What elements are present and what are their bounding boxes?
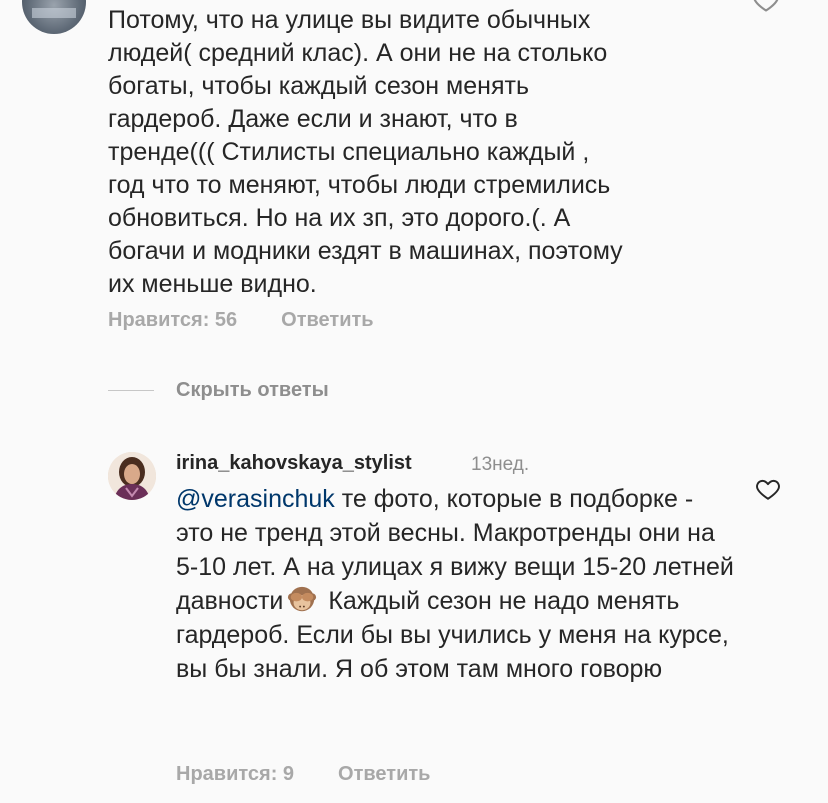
avatar-photo — [108, 452, 156, 500]
hide-replies-label: Скрыть ответы — [176, 379, 329, 401]
reply-meta: Нравится: 9 Ответить — [176, 763, 430, 786]
comments-thread: Потому, что на улице вы видите обычных л… — [0, 0, 828, 803]
likes-count[interactable]: Нравится: 9 — [176, 763, 294, 786]
heart-outline-icon[interactable] — [755, 476, 781, 502]
divider-line — [108, 390, 154, 391]
comment-text: Потому, что на улице вы видите обычных л… — [108, 6, 623, 298]
reply-text: @verasinchuk те фото, которые в подборке… — [176, 482, 736, 686]
see-no-evil-monkey-icon — [288, 586, 317, 612]
avatar[interactable] — [22, 0, 86, 34]
comment-meta: Нравится: 56 Ответить — [108, 309, 374, 332]
avatar[interactable] — [108, 452, 156, 500]
reply-username[interactable]: irina_kahovskaya_stylist — [176, 452, 412, 475]
hide-replies-button[interactable]: Скрыть ответы — [108, 379, 329, 402]
heart-outline-icon[interactable] — [752, 0, 780, 14]
reply-timestamp: 13нед. — [471, 454, 530, 475]
likes-count[interactable]: Нравится: 56 — [108, 309, 237, 332]
reply-button[interactable]: Ответить — [281, 309, 373, 332]
reply-button[interactable]: Ответить — [338, 763, 430, 786]
mention-link[interactable]: @verasinchuk — [176, 485, 335, 513]
